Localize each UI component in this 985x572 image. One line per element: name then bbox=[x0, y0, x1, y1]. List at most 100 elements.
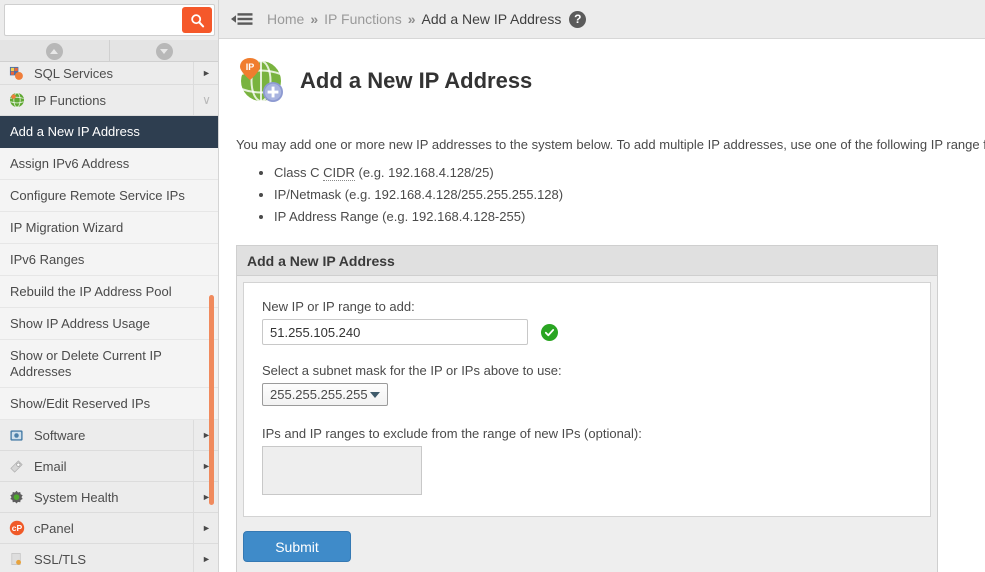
page-title: Add a New IP Address bbox=[300, 68, 533, 93]
cidr-abbr: CIDR bbox=[323, 165, 355, 181]
ip-range-format-list: Class C CIDR (e.g. 192.168.4.128/25) IP/… bbox=[236, 165, 971, 224]
ip-field-label: New IP or IP range to add: bbox=[262, 299, 415, 314]
sidebar-item-configure-remote-service-ips[interactable]: Configure Remote Service IPs bbox=[0, 180, 218, 212]
ip-functions-icon bbox=[8, 92, 25, 109]
breadcrumb-ip-functions[interactable]: IP Functions bbox=[324, 11, 402, 27]
exclude-label: IPs and IP ranges to exclude from the ra… bbox=[262, 426, 642, 441]
sidebar-scroll-arrows bbox=[0, 40, 219, 62]
sidebar-item-show-edit-reserved-ips[interactable]: Show/Edit Reserved IPs bbox=[0, 388, 218, 420]
expand-caret-icon: ► bbox=[193, 544, 218, 572]
ip-address-add-icon: IP bbox=[236, 56, 286, 106]
search-input[interactable] bbox=[5, 5, 177, 35]
sidebar-item-ip-migration-wizard[interactable]: IP Migration Wizard bbox=[0, 212, 218, 244]
sidebar-item-label: Configure Remote Service IPs bbox=[10, 187, 185, 203]
sidebar-group-ssl-tls[interactable]: SSL/TLS ► bbox=[0, 544, 218, 572]
sidebar-scroll-up-button[interactable] bbox=[0, 40, 110, 62]
main-content: IP Add a New IP Address You may add one … bbox=[219, 39, 985, 572]
panel-body-outer: New IP or IP range to add: Select a subn… bbox=[237, 276, 937, 523]
breadcrumb-separator: » bbox=[407, 11, 416, 27]
sidebar-item-add-a-new-ip-address[interactable]: Add a New IP Address bbox=[0, 116, 218, 148]
sidebar-group-label: SQL Services bbox=[34, 65, 113, 81]
list-item: IP Address Range (e.g. 192.168.4.128-255… bbox=[274, 209, 971, 224]
format-text: IP Address Range (e.g. 192.168.4.128-255… bbox=[274, 209, 526, 224]
breadcrumb-home[interactable]: Home bbox=[267, 11, 304, 27]
sidebar-group-label: SSL/TLS bbox=[34, 551, 87, 567]
format-text: IP/Netmask (e.g. 192.168.4.128/255.255.2… bbox=[274, 187, 564, 202]
expand-caret-icon: ► bbox=[193, 451, 218, 481]
expand-caret-icon: ► bbox=[193, 420, 218, 450]
format-prefix: Class C bbox=[274, 165, 324, 180]
submit-button[interactable]: Submit bbox=[243, 531, 351, 562]
sidebar-item-label: Show IP Address Usage bbox=[10, 315, 150, 331]
panel-heading: Add a New IP Address bbox=[237, 246, 937, 276]
ssl-tls-lock-icon bbox=[8, 551, 25, 568]
help-icon[interactable]: ? bbox=[569, 10, 587, 28]
search-box bbox=[4, 4, 215, 36]
expand-caret-icon: ► bbox=[193, 513, 218, 543]
sidebar-group-label: System Health bbox=[34, 489, 119, 505]
sidebar-item-ipv6-ranges[interactable]: IPv6 Ranges bbox=[0, 244, 218, 276]
page-header: IP Add a New IP Address bbox=[236, 53, 971, 109]
sidebar-search-area bbox=[0, 0, 218, 40]
sidebar-item-label: Show or Delete Current IP Addresses bbox=[10, 347, 162, 379]
sidebar-item-label: Add a New IP Address bbox=[10, 123, 140, 139]
sidebar-menu: SQL Services ► IP Functions ∨ Add a New … bbox=[0, 62, 218, 572]
chevron-up-icon bbox=[45, 42, 63, 60]
chevron-down-icon bbox=[370, 392, 380, 398]
sidebar-group-system-health[interactable]: System Health ► bbox=[0, 482, 218, 513]
panel-footer: Submit bbox=[237, 523, 937, 572]
breadcrumb-current: Add a New IP Address bbox=[421, 11, 562, 27]
sidebar-group-cpanel[interactable]: cP cPanel ► bbox=[0, 513, 218, 544]
ip-field-row bbox=[262, 319, 912, 345]
sql-services-icon bbox=[8, 65, 25, 82]
collapse-chevron-icon: ∨ bbox=[193, 85, 218, 115]
exclude-ips-textarea[interactable] bbox=[262, 446, 422, 495]
subnet-mask-select[interactable]: 255.255.255.255 bbox=[262, 383, 388, 406]
sidebar-item-label: Rebuild the IP Address Pool bbox=[10, 283, 172, 299]
search-button[interactable] bbox=[182, 7, 212, 33]
sidebar-scrollbar-thumb[interactable] bbox=[209, 295, 214, 505]
list-item: Class C CIDR (e.g. 192.168.4.128/25) bbox=[274, 165, 971, 181]
checkmark-valid-icon bbox=[541, 323, 558, 341]
sidebar-item-label: IPv6 Ranges bbox=[10, 251, 85, 267]
sidebar-group-ip-functions[interactable]: IP Functions ∨ bbox=[0, 85, 218, 116]
sidebar-item-show-ip-address-usage[interactable]: Show IP Address Usage bbox=[0, 308, 218, 340]
add-ip-panel: Add a New IP Address New IP or IP range … bbox=[236, 245, 938, 572]
sidebar: SQL Services ► IP Functions ∨ Add a New … bbox=[0, 0, 219, 572]
format-suffix: (e.g. 192.168.4.128/25) bbox=[354, 165, 494, 180]
sidebar-group-label: Email bbox=[34, 458, 67, 474]
sidebar-group-label: IP Functions bbox=[34, 92, 107, 108]
panel-body: New IP or IP range to add: Select a subn… bbox=[243, 282, 931, 517]
sidebar-group-sql-services[interactable]: SQL Services ► bbox=[0, 62, 218, 85]
top-bar: Home » IP Functions » Add a New IP Addre… bbox=[219, 0, 985, 39]
app-root: SQL Services ► IP Functions ∨ Add a New … bbox=[0, 0, 985, 572]
subnet-mask-selected-value: 255.255.255.255 bbox=[270, 387, 368, 402]
sidebar-group-label: Software bbox=[34, 427, 86, 443]
expand-caret-icon: ► bbox=[193, 62, 218, 84]
collapse-sidebar-icon[interactable] bbox=[231, 11, 253, 27]
sidebar-scroll-down-button[interactable] bbox=[110, 40, 219, 62]
new-ip-input[interactable] bbox=[262, 319, 528, 345]
sidebar-item-label: Assign IPv6 Address bbox=[10, 155, 130, 171]
svg-text:IP: IP bbox=[246, 62, 255, 72]
system-health-icon bbox=[8, 489, 25, 506]
sidebar-group-email[interactable]: Email ► bbox=[0, 451, 218, 482]
list-item: IP/Netmask (e.g. 192.168.4.128/255.255.2… bbox=[274, 187, 971, 202]
intro-text: You may add one or more new IP addresses… bbox=[236, 137, 985, 152]
email-icon bbox=[8, 458, 25, 475]
chevron-down-icon bbox=[155, 42, 173, 60]
sidebar-item-label: IP Migration Wizard bbox=[10, 219, 124, 235]
sidebar-group-label: cPanel bbox=[34, 520, 74, 536]
expand-caret-icon: ► bbox=[193, 482, 218, 512]
breadcrumb: Home » IP Functions » Add a New IP Addre… bbox=[267, 10, 587, 28]
breadcrumb-separator: » bbox=[310, 11, 319, 27]
svg-text:cP: cP bbox=[11, 523, 22, 533]
sidebar-group-software[interactable]: Software ► bbox=[0, 420, 218, 451]
sidebar-item-assign-ipv6-address[interactable]: Assign IPv6 Address bbox=[0, 148, 218, 180]
sidebar-item-show-or-delete-current-ip-addresses[interactable]: Show or Delete Current IP Addresses bbox=[0, 340, 218, 388]
sidebar-item-label: Show/Edit Reserved IPs bbox=[10, 395, 151, 411]
sidebar-item-rebuild-the-ip-address-pool[interactable]: Rebuild the IP Address Pool bbox=[0, 276, 218, 308]
cpanel-icon: cP bbox=[8, 520, 25, 537]
software-icon bbox=[8, 427, 25, 444]
subnet-mask-label: Select a subnet mask for the IP or IPs a… bbox=[262, 363, 562, 378]
